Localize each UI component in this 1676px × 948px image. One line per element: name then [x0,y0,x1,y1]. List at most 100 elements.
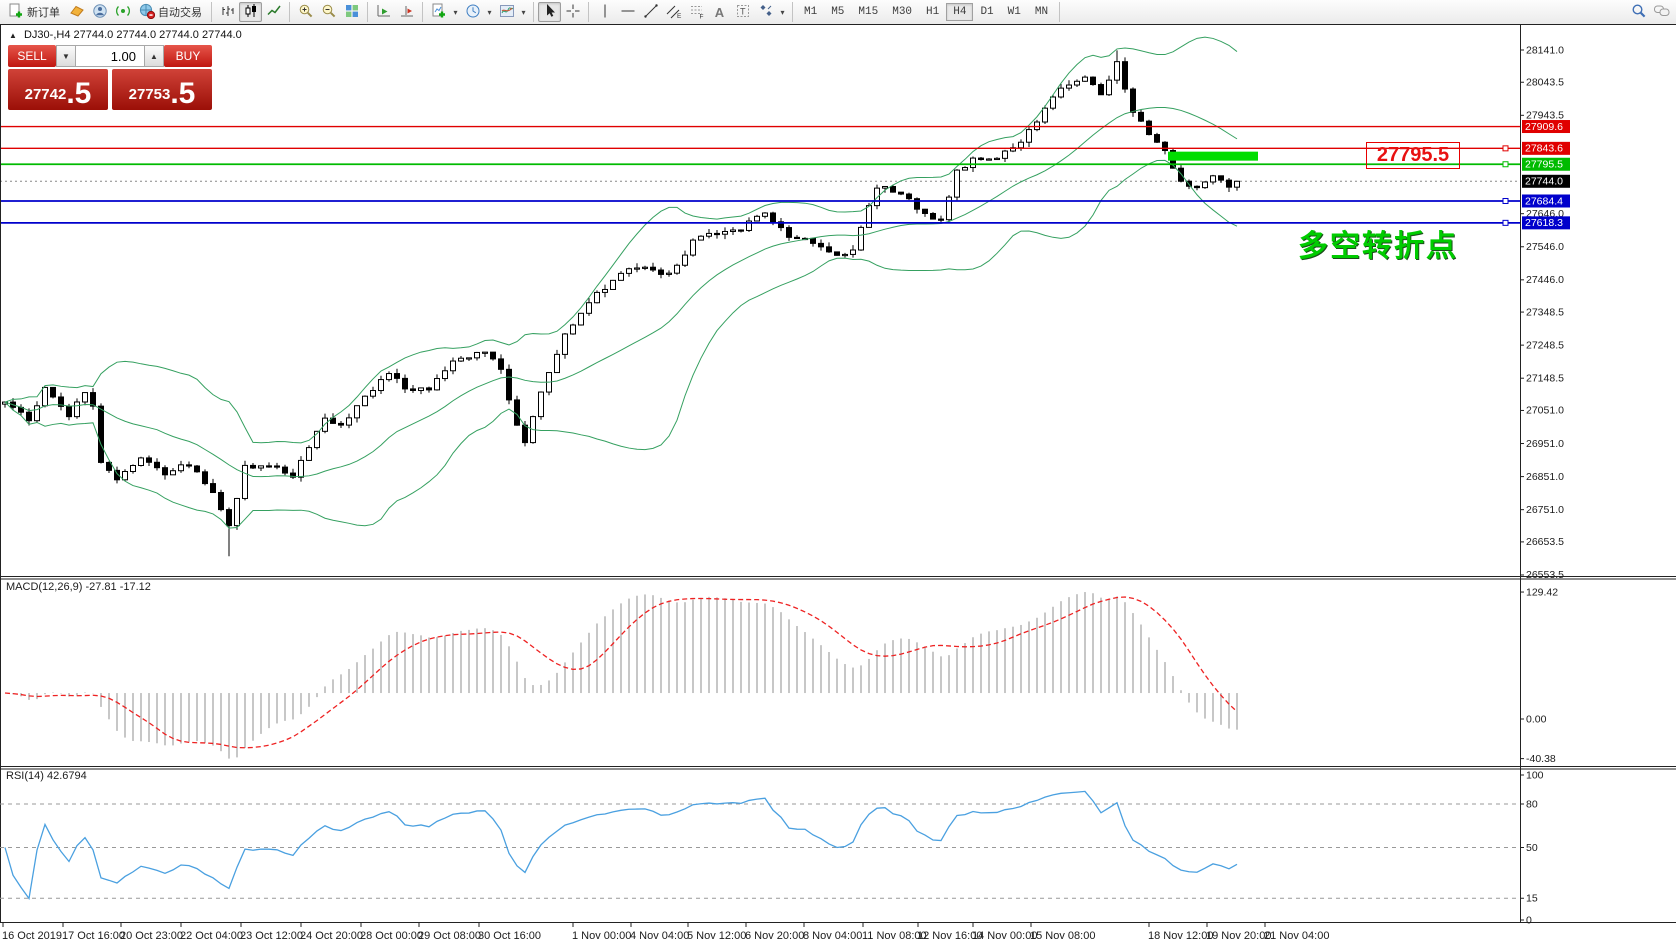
candle-body [75,402,80,417]
period-dropdown[interactable]: ▾ [484,2,495,22]
timeframe-m30[interactable]: M30 [885,3,919,21]
terminal-button[interactable] [88,2,111,22]
zoom-in-icon [298,3,314,22]
toolbar-separator [367,2,368,22]
add-indicator-icon [431,3,447,22]
buy-button[interactable]: BUY [164,45,212,67]
price-callout-box[interactable]: 27795.5 [1366,142,1460,169]
vertical-line-tool-button[interactable] [593,2,616,22]
equidistant-channel-tool-button[interactable]: E [662,2,685,22]
timeframe-m1[interactable]: M1 [797,3,824,21]
candle-body [939,219,944,220]
candle-body [811,238,816,243]
clock-icon [465,3,481,22]
toolbar-separator [211,2,212,22]
candle-body [995,158,1000,159]
line-handle[interactable] [1503,220,1508,225]
horizontal-line-tool-button[interactable] [616,2,639,22]
candle-body [835,252,840,255]
main-toolbar: 新订单 自动交易 [0,0,1676,24]
sell-button[interactable]: SELL [8,45,56,67]
hline-price-box-label: 27684.4 [1525,195,1563,207]
text-tool-button[interactable]: A [708,2,731,22]
buy-price-fraction: .5 [170,80,195,107]
toolbar-separator [1059,2,1060,22]
candle-body [1099,85,1104,95]
price-axis-label: 27051.0 [1526,405,1564,417]
candle-body [1019,142,1024,148]
candle-body [507,369,512,400]
line-handle[interactable] [1503,198,1508,203]
candle-body [427,388,432,390]
candle-body [1003,151,1008,158]
equidistant-channel-icon: E [666,3,682,22]
chat-button[interactable] [1650,2,1673,22]
candle-body [931,213,936,219]
text-label-tool-button[interactable]: T [731,2,754,22]
candle-body [147,458,152,462]
auto-trading-button[interactable]: 自动交易 [134,2,207,22]
hline-price-box-label: 27843.6 [1525,143,1563,155]
candle-body [515,400,520,425]
period-button[interactable] [461,2,484,22]
sell-price-button[interactable]: 27742 .5 [8,69,108,110]
add-indicator-button[interactable] [427,2,450,22]
zoom-out-button[interactable] [317,2,340,22]
time-axis-label: 15 Nov 08:00 [1030,930,1095,942]
timeframe-mn[interactable]: MN [1028,3,1055,21]
volume-decrease-button[interactable]: ▼ [56,45,76,67]
candle-body [851,250,856,254]
timeframe-m15[interactable]: M15 [851,3,885,21]
shapes-tool-button[interactable] [754,2,777,22]
candlestick-mode-button[interactable] [239,2,262,22]
market-watch-button[interactable] [65,2,88,22]
tile-windows-button[interactable] [340,2,363,22]
candle-body [363,396,368,405]
signals-button[interactable] [111,2,134,22]
candle-body [771,213,776,222]
auto-scroll-button[interactable] [372,2,395,22]
timeframe-h1[interactable]: H1 [919,3,946,21]
template-button[interactable] [495,2,518,22]
candle-body [475,352,480,357]
candle-body [843,254,848,255]
add-indicator-dropdown[interactable]: ▾ [450,2,461,22]
bollinger-lower [5,160,1237,528]
chart-shift-button[interactable] [395,2,418,22]
candle-body [1043,108,1048,122]
zoom-in-button[interactable] [294,2,317,22]
line-handle[interactable] [1503,146,1508,151]
candle-body [675,265,680,273]
pivot-annotation-text[interactable]: 多空转折点 [1298,221,1458,265]
price-axis-label: 28141.0 [1526,44,1564,56]
volume-input[interactable]: 1.00 [76,45,144,67]
cursor-icon [542,3,558,22]
trendline-tool-button[interactable] [639,2,662,22]
time-axis-label: 29 Oct 08:00 [418,930,481,942]
buy-price-button[interactable]: 27753 .5 [112,69,212,110]
shapes-dropdown[interactable]: ▾ [777,2,788,22]
timeframe-d1[interactable]: D1 [973,3,1000,21]
candle-body [763,213,768,216]
highlight-bar-object[interactable] [1168,152,1258,161]
cursor-tool-button[interactable] [538,2,561,22]
crosshair-tool-button[interactable] [561,2,584,22]
time-axis-label: 8 Nov 04:00 [803,930,862,942]
volume-increase-button[interactable]: ▲ [144,45,164,67]
line-handle[interactable] [1503,162,1508,167]
search-button[interactable] [1627,2,1650,22]
template-dropdown[interactable]: ▾ [518,2,529,22]
candle-body [467,358,472,359]
bar-chart-mode-button[interactable] [216,2,239,22]
macd-indicator-label: MACD(12,26,9) -27.81 -17.12 [6,581,151,593]
timeframe-h4[interactable]: H4 [946,3,973,21]
timeframe-m5[interactable]: M5 [824,3,851,21]
line-chart-mode-button[interactable] [262,2,285,22]
candle-body [627,269,632,274]
signals-icon [115,3,131,22]
fibonacci-tool-button[interactable]: F [685,2,708,22]
timeframe-w1[interactable]: W1 [1001,3,1028,21]
collapse-ohlc-icon[interactable]: ▲ [9,31,17,40]
new-order-button[interactable]: 新订单 [3,2,65,22]
candle-body [139,458,144,466]
